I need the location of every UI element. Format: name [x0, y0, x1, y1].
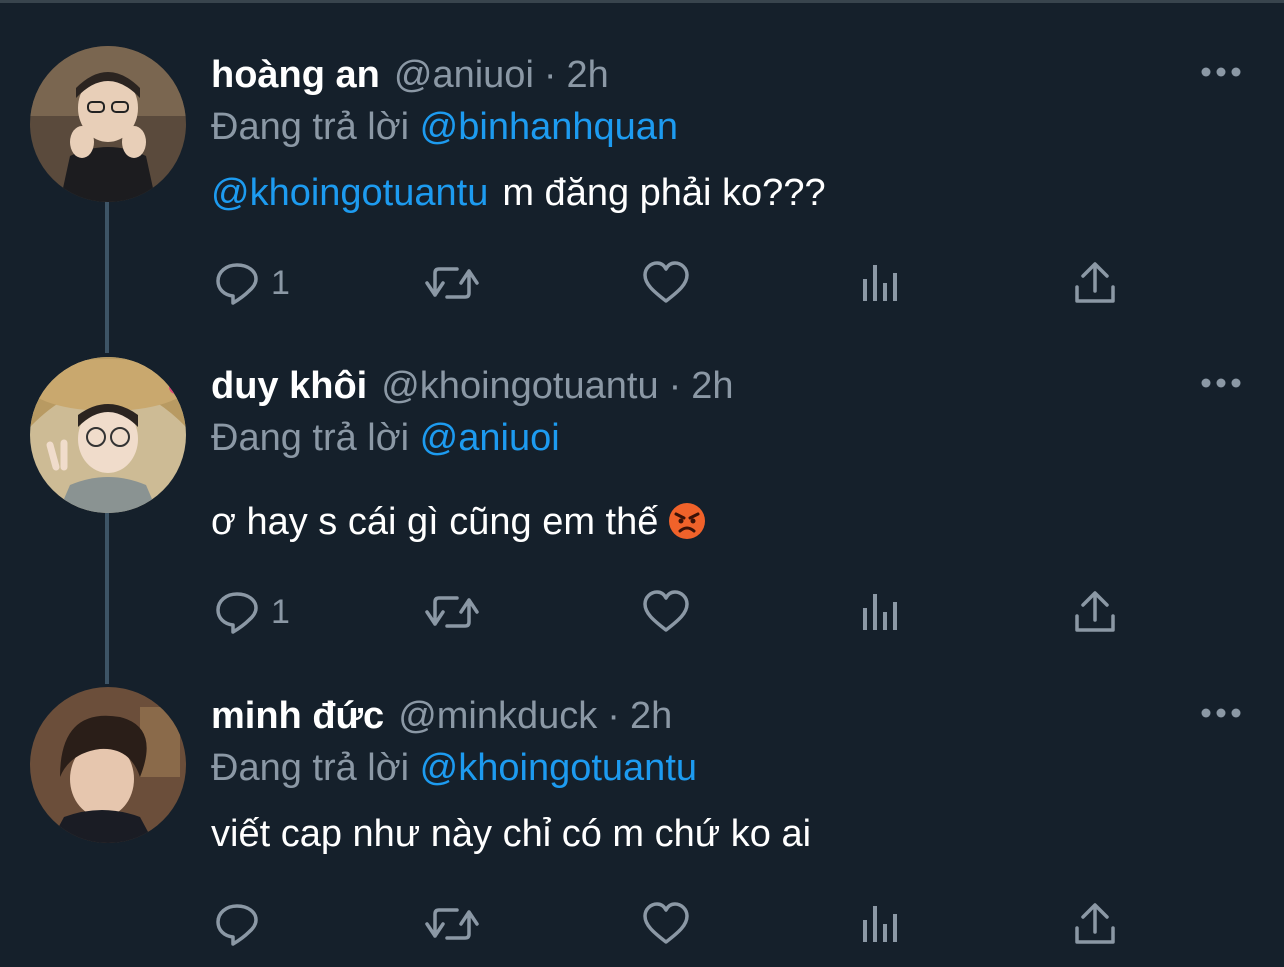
share-icon [1073, 900, 1117, 948]
avatar[interactable] [30, 357, 186, 513]
more-options-button[interactable] [1200, 703, 1242, 723]
like-button[interactable] [641, 587, 691, 637]
action-bar: 1 [211, 258, 1131, 308]
display-name[interactable]: hoàng an [211, 54, 380, 96]
heart-icon [641, 900, 691, 948]
reply-icon [213, 259, 261, 307]
tweet-text-content: viết cap như này chỉ có m chứ ko ai [211, 813, 812, 855]
reply-icon [213, 900, 261, 948]
replying-to-link[interactable]: @khoingotuantu [420, 747, 697, 789]
thread-connector-line [105, 512, 109, 684]
timestamp[interactable]: 2h [691, 365, 733, 407]
reply-button[interactable]: 1 [213, 587, 290, 637]
share-button[interactable] [1073, 899, 1117, 949]
replying-prefix: Đang trả lời [211, 106, 410, 148]
views-icon [859, 259, 903, 307]
replying-to-link[interactable]: @binhanhquan [420, 106, 678, 148]
separator-dot: · [543, 54, 557, 96]
retweet-icon [423, 900, 481, 948]
more-options-icon [1201, 378, 1241, 388]
replying-prefix: Đang trả lời [211, 747, 410, 789]
display-name[interactable]: duy khôi [211, 365, 367, 407]
user-avatar-icon [30, 357, 186, 513]
separator-dot: · [668, 365, 682, 407]
views-button[interactable] [859, 258, 903, 308]
timestamp[interactable]: 2h [567, 54, 609, 96]
user-handle[interactable]: @minkduck [398, 695, 597, 737]
user-avatar-icon [30, 687, 186, 843]
replying-prefix: Đang trả lời [211, 417, 410, 459]
like-button[interactable] [641, 899, 691, 949]
tweet-header: minh đức @minkduck · 2h [211, 693, 672, 739]
share-icon [1073, 588, 1117, 636]
heart-icon [641, 259, 691, 307]
views-button[interactable] [859, 587, 903, 637]
tweet-header: hoàng an @aniuoi · 2h [211, 52, 609, 98]
more-options-icon [1201, 67, 1241, 77]
reply-button[interactable] [213, 899, 271, 949]
share-button[interactable] [1073, 587, 1117, 637]
tweet-text: ơ hay s cái gì cũng em thế [211, 499, 706, 545]
views-button[interactable] [859, 899, 903, 949]
timestamp[interactable]: 2h [630, 695, 672, 737]
views-icon [859, 588, 903, 636]
replying-to: Đang trả lời @khoingotuantu [211, 745, 697, 791]
tweet-header: duy khôi @khoingotuantu · 2h [211, 363, 734, 409]
replying-to: Đang trả lời @binhanhquan [211, 104, 678, 150]
tweet-text: viết cap như này chỉ có m chứ ko ai [211, 811, 811, 857]
heart-icon [641, 588, 691, 636]
like-button[interactable] [641, 258, 691, 308]
separator-dot: · [607, 695, 620, 737]
retweet-icon [423, 259, 481, 307]
angry-face-emoji-icon [669, 503, 706, 539]
action-bar [211, 899, 1131, 949]
more-options-button[interactable] [1200, 373, 1242, 393]
avatar[interactable] [30, 46, 186, 202]
display-name[interactable]: minh đức [211, 695, 384, 737]
user-handle[interactable]: @aniuoi [394, 54, 534, 96]
retweet-button[interactable] [423, 587, 481, 637]
avatar[interactable] [30, 687, 186, 843]
views-icon [859, 900, 903, 948]
user-handle[interactable]: @khoingotuantu [381, 365, 658, 407]
retweet-button[interactable] [423, 258, 481, 308]
reply-button[interactable]: 1 [213, 258, 290, 308]
mention-link[interactable]: @khoingotuantu [211, 172, 488, 214]
user-avatar-icon [30, 46, 186, 202]
retweet-button[interactable] [423, 899, 481, 949]
reply-count: 1 [271, 264, 290, 302]
reply-count: 1 [271, 593, 290, 631]
action-bar: 1 [211, 587, 1131, 637]
reply-thread: hoàng an @aniuoi · 2h Đang trả lời @binhanh… [0, 0, 1284, 967]
retweet-icon [423, 588, 481, 636]
more-options-button[interactable] [1200, 62, 1242, 82]
replying-to: Đang trả lời @aniuoi [211, 415, 560, 461]
tweet-text: @khoingotuantu m đăng phải ko??? [211, 170, 826, 216]
tweet-text-content: ơ hay s cái gì cũng em thế [211, 501, 659, 543]
more-options-icon [1201, 708, 1241, 718]
share-button[interactable] [1073, 258, 1117, 308]
thread-connector-line [105, 200, 109, 353]
top-divider [0, 0, 1284, 3]
share-icon [1073, 259, 1117, 307]
replying-to-link[interactable]: @aniuoi [420, 417, 560, 459]
tweet-text-content: m đăng phải ko??? [502, 172, 826, 214]
reply-icon [213, 588, 261, 636]
